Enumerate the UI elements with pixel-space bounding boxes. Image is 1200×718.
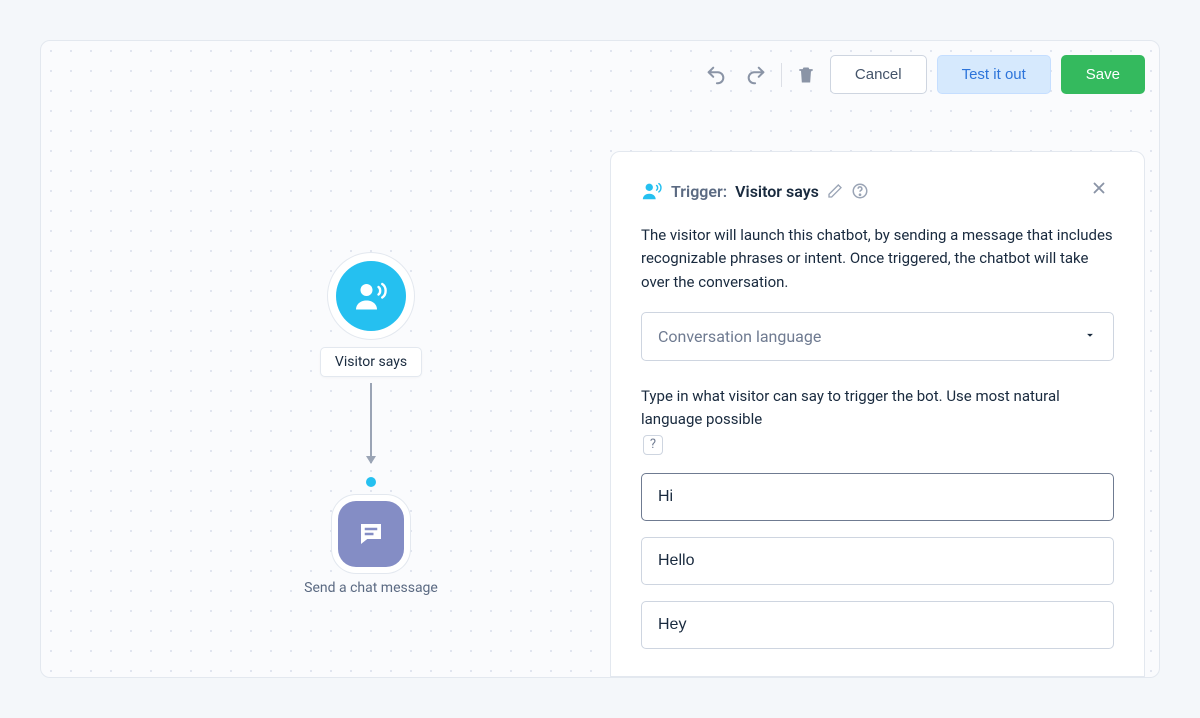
phrase-input-0[interactable] — [641, 473, 1114, 521]
panel-title-name: Visitor says — [735, 182, 819, 201]
phrase-input-1[interactable] — [641, 537, 1114, 585]
flow-connector — [370, 383, 372, 463]
flow-connector-dot — [366, 477, 376, 487]
toolbar: Cancel Test it out Save — [701, 55, 1145, 94]
save-button[interactable]: Save — [1061, 55, 1145, 94]
phrase-input-2[interactable] — [641, 601, 1114, 649]
visitor-says-icon — [353, 278, 389, 314]
undo-icon — [705, 64, 727, 86]
builder-canvas: Cancel Test it out Save Visitor says Sen… — [40, 40, 1160, 678]
panel-description: The visitor will launch this chatbot, by… — [641, 224, 1114, 294]
redo-button[interactable] — [741, 60, 771, 90]
instruction-help-button[interactable]: ? — [643, 435, 663, 455]
instruction-label: Type in what visitor can say to trigger … — [641, 385, 1114, 432]
cancel-button[interactable]: Cancel — [830, 55, 927, 94]
action-node[interactable] — [338, 501, 404, 567]
test-button[interactable]: Test it out — [937, 55, 1051, 94]
action-node-label: Send a chat message — [304, 579, 438, 599]
close-panel-button[interactable] — [1084, 178, 1114, 204]
trigger-node[interactable] — [336, 261, 406, 331]
undo-button[interactable] — [701, 60, 731, 90]
toolbar-divider — [781, 63, 782, 87]
chevron-down-icon — [1083, 327, 1097, 346]
trash-icon — [796, 65, 816, 85]
edit-title-button[interactable] — [827, 183, 843, 199]
chat-message-icon — [356, 519, 386, 549]
redo-icon — [745, 64, 767, 86]
panel-header: Trigger: Visitor says — [641, 178, 1114, 204]
instruction-text: Type in what visitor can say to trigger … — [641, 385, 1114, 456]
language-select[interactable]: Conversation language — [641, 312, 1114, 361]
delete-button[interactable] — [792, 61, 820, 89]
trigger-node-label: Visitor says — [320, 347, 422, 377]
panel-help-button[interactable] — [851, 182, 869, 200]
trigger-settings-panel: Trigger: Visitor says The visitor will l… — [610, 151, 1145, 677]
panel-title-prefix: Trigger: — [671, 182, 727, 201]
close-icon — [1090, 179, 1108, 197]
language-select-label: Conversation language — [658, 327, 821, 346]
pencil-icon — [827, 183, 843, 199]
visitor-says-icon — [641, 180, 663, 202]
help-circle-icon — [851, 182, 869, 200]
flow-diagram: Visitor says Send a chat message — [301, 261, 441, 599]
